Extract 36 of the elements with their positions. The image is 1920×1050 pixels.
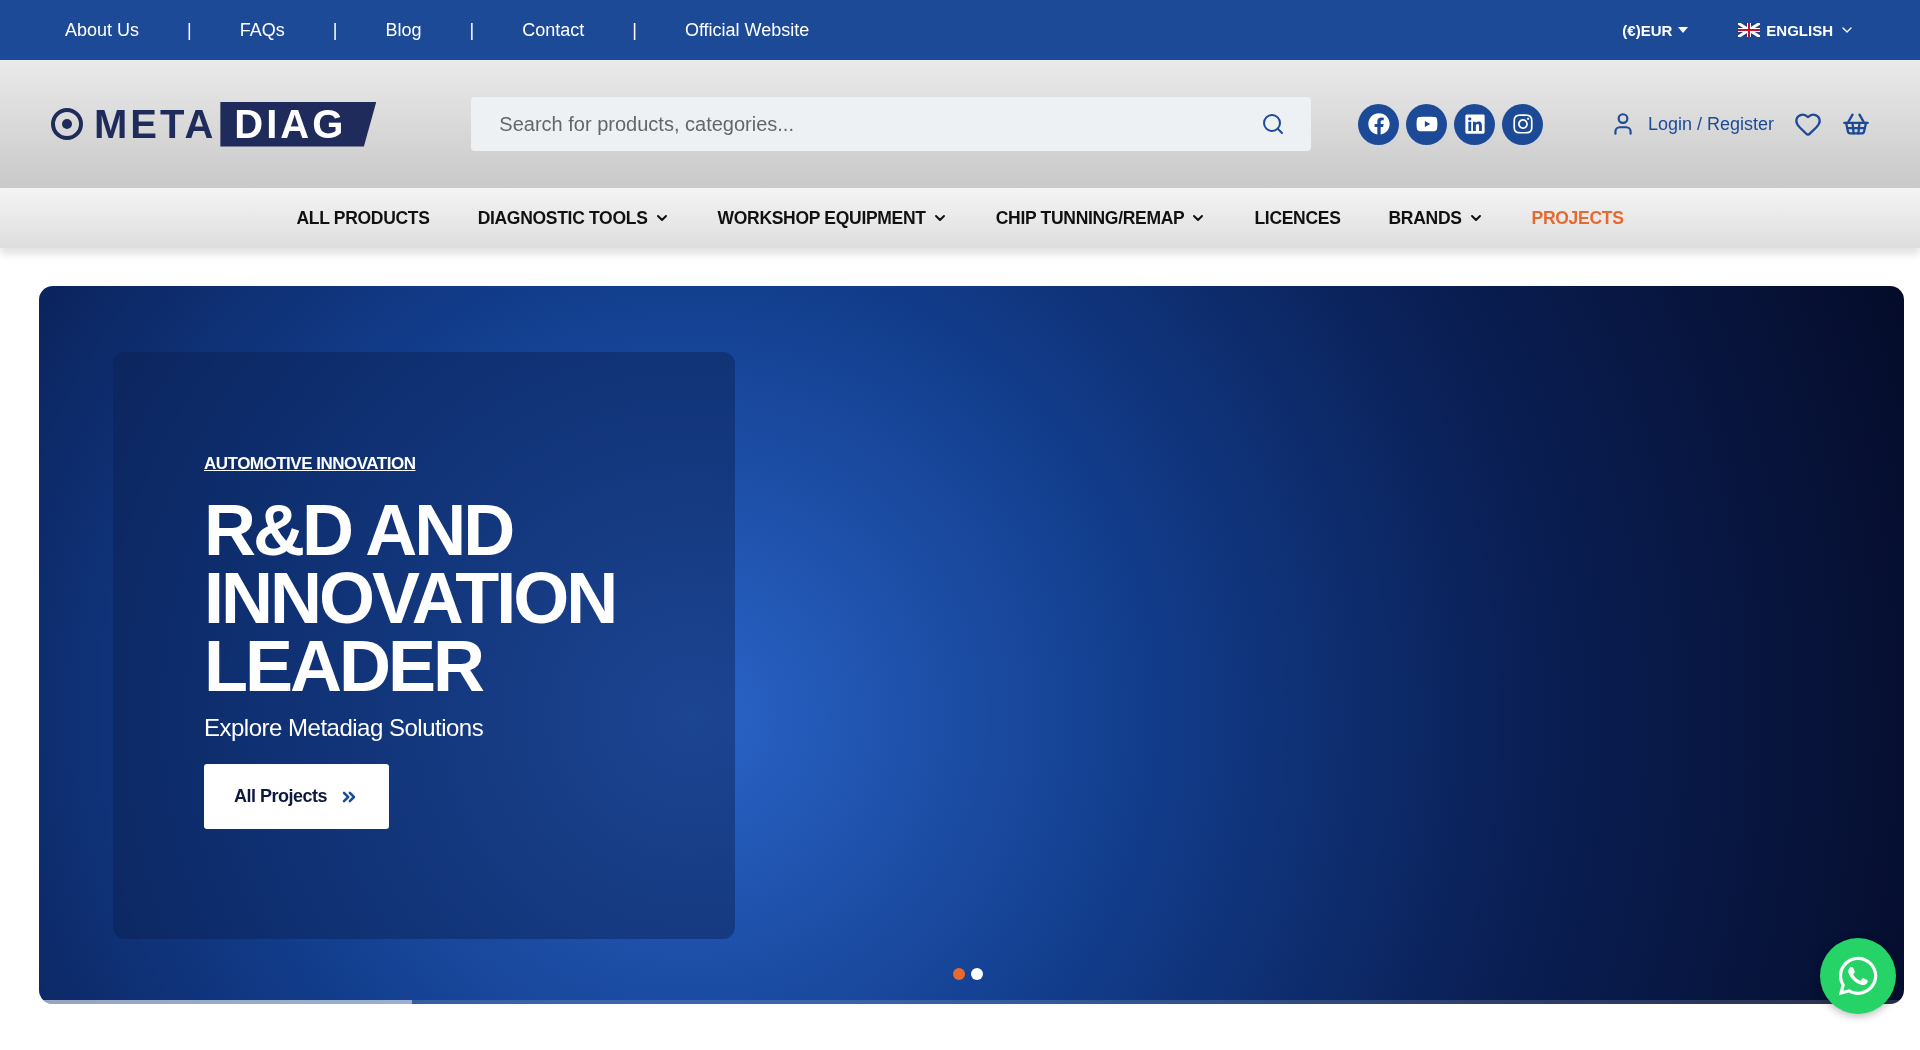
all-projects-button[interactable]: All Projects bbox=[204, 764, 390, 829]
linkedin-icon[interactable] bbox=[1454, 103, 1496, 145]
top-link[interactable]: About Us bbox=[65, 19, 140, 41]
search-bar[interactable]: Search for products, categories... bbox=[471, 97, 1312, 151]
nav-item[interactable]: CHIP TUNNING/REMAP bbox=[995, 207, 1207, 229]
login-link[interactable]: Login / Register bbox=[1609, 111, 1774, 137]
top-link[interactable]: Blog bbox=[385, 19, 422, 41]
facebook-icon[interactable] bbox=[1358, 103, 1400, 145]
youtube-icon[interactable] bbox=[1406, 103, 1448, 145]
nav-item[interactable]: DIAGNOSTIC TOOLS bbox=[477, 207, 670, 229]
search-icon[interactable] bbox=[1261, 112, 1286, 136]
nav-item[interactable]: WORKSHOP EQUIPMENT bbox=[717, 207, 948, 229]
search-field[interactable]: Search for products, categories... bbox=[497, 111, 1262, 137]
nav-item[interactable]: ALL PRODUCTS bbox=[296, 207, 430, 229]
hero-subtitle: Explore Metadiag Solutions bbox=[204, 714, 484, 742]
nav-item[interactable]: BRANDS bbox=[1388, 207, 1484, 229]
top-link[interactable]: FAQs bbox=[239, 19, 285, 41]
slide-dot[interactable] bbox=[953, 968, 965, 980]
eyebrow-link[interactable]: AUTOMOTIVE INNOVATION bbox=[204, 454, 416, 474]
hero-heading: R&D AND INNOVATION LEADER bbox=[204, 496, 616, 700]
instagram-icon[interactable] bbox=[1502, 103, 1544, 145]
nav-item[interactable]: LICENCES bbox=[1254, 207, 1341, 229]
slide-dot[interactable] bbox=[971, 968, 983, 980]
top-link[interactable]: Contact bbox=[522, 19, 585, 41]
separator: | bbox=[187, 19, 192, 41]
logo-icon bbox=[50, 107, 84, 141]
caret-icon bbox=[1678, 26, 1689, 34]
top-link[interactable]: Official Website bbox=[684, 19, 810, 41]
whatsapp-icon bbox=[1836, 954, 1880, 998]
heart-icon[interactable] bbox=[1794, 110, 1822, 138]
flag-icon bbox=[1738, 23, 1761, 37]
currency-selector[interactable]: (€)EUR bbox=[1622, 21, 1689, 39]
language-selector[interactable]: ENGLISH bbox=[1738, 21, 1855, 39]
separator: | bbox=[632, 19, 637, 41]
separator: | bbox=[469, 19, 475, 41]
separator: | bbox=[332, 19, 338, 41]
